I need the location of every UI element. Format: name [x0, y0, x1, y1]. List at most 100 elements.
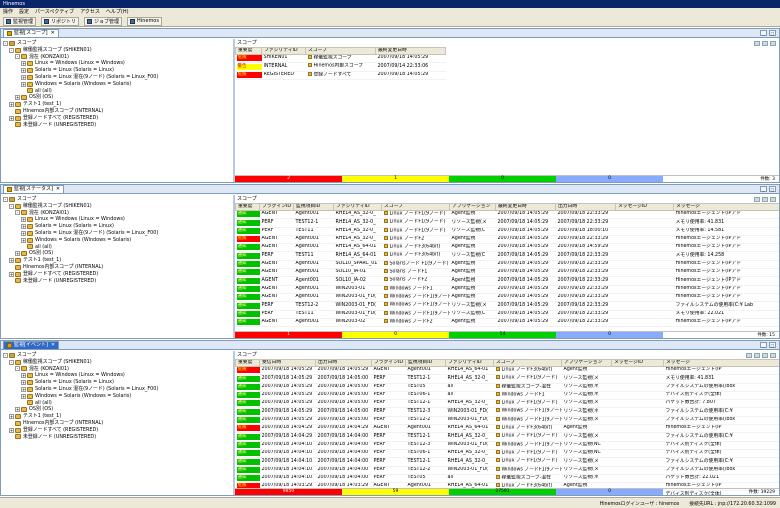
menu-icon[interactable]	[770, 40, 776, 46]
collapse-icon[interactable]: -	[9, 203, 14, 209]
collapse-icon[interactable]: -	[15, 210, 20, 216]
column-header[interactable]: 監視項目ID	[405, 359, 446, 367]
tree-item[interactable]: 未登録ノード (UNREGISTERED)	[3, 434, 233, 441]
tree-item[interactable]: + Solaris = Linux (Solaris = Linux)	[3, 67, 233, 74]
close-icon[interactable]: ✕	[51, 342, 55, 349]
table-row[interactable]: 通知 2007/09/18 14:04:10 2007/09/18 14:04:00…	[235, 449, 779, 459]
filter-icon[interactable]	[762, 352, 768, 358]
menu-item[interactable]: 設定	[19, 8, 29, 16]
collapse-icon[interactable]: -	[15, 366, 20, 372]
expand-icon[interactable]: +	[9, 115, 14, 121]
table-row[interactable]: 通知 2007/09/18 14:05:29 2007/09/18 14:05:00…	[235, 407, 779, 417]
refresh-icon[interactable]	[754, 40, 760, 46]
column-header[interactable]: 出力日時	[555, 203, 616, 211]
tree-item[interactable]: + Solaris = Linux (Solaris = Linux)	[3, 379, 233, 386]
expand-icon[interactable]: +	[15, 251, 20, 257]
menu-item[interactable]: アクセス	[80, 8, 100, 16]
expand-icon[interactable]: +	[9, 258, 14, 264]
refresh-icon[interactable]	[754, 196, 760, 202]
perspective-button[interactable]: 監視管理	[3, 16, 37, 26]
tree-item[interactable]: + Solaris = Linux 混在(9ノード) (Solaris = Lin…	[3, 230, 233, 237]
expand-icon[interactable]: +	[21, 386, 26, 392]
tree-item[interactable]: + Linux = Windows (Linux = Windows)	[3, 60, 233, 67]
table-row[interactable]: 通知 2007/09/18 14:04:10 2007/09/18 14:04:00…	[235, 466, 779, 475]
scope-tree[interactable]: - スコープ - 稼働監視スコープ (SHIKEN01) - 混在 (KONZAI01) +…	[1, 195, 235, 338]
expand-icon[interactable]: +	[21, 61, 26, 67]
tree-item[interactable]: - 混在 (KONZAI01)	[3, 210, 233, 217]
tree-item[interactable]: - 混在 (KONZAI01)	[3, 54, 233, 61]
tree-item[interactable]: + Windows = Solaris (Windows = Solaris)	[3, 81, 233, 88]
column-header[interactable]: メッセージID	[611, 359, 664, 367]
tree-item[interactable]: - 稼働監視スコープ (SHIKEN01)	[3, 47, 233, 54]
tree-item[interactable]: 未登録ノード (UNREGISTERED)	[3, 278, 233, 285]
table-row[interactable]: 通知 AGENT Agent001 RHEL4_AS_64-01 Linux ノードF3…	[235, 243, 779, 253]
expand-icon[interactable]: +	[21, 393, 26, 399]
column-header[interactable]: スコープ	[493, 359, 562, 367]
tree-item[interactable]: - スコープ	[3, 196, 233, 203]
menu-item[interactable]: 操作	[3, 8, 13, 16]
expand-icon[interactable]: +	[21, 373, 26, 379]
close-icon[interactable]: ✕	[51, 30, 55, 37]
collapse-icon[interactable]: -	[3, 40, 8, 46]
scope-tree[interactable]: - スコープ - 稼働監視スコープ (SHIKEN01) - 混在 (KONZAI01) +…	[1, 39, 235, 182]
tree-item[interactable]: - スコープ	[3, 352, 233, 359]
column-header[interactable]: ファシリティID	[261, 47, 306, 55]
table-row[interactable]: 通知 2007/09/18 14:05:29 2007/09/18 14:05:00…	[235, 383, 779, 392]
table-row[interactable]: 通知 PERF TEST11 RHEL4_AS_64-01 Linux ノードF3(64…	[235, 251, 779, 261]
table-row[interactable]: 通知 PERF TEST11 WIN2003-01_FD(Windows ノードF1(…	[235, 310, 779, 319]
tree-item[interactable]: 未登録ノード (UNREGISTERED)	[3, 122, 233, 129]
expand-icon[interactable]: +	[21, 230, 26, 236]
tree-item[interactable]: + Linux = Windows (Linux = Windows)	[3, 216, 233, 223]
tree-item[interactable]: + 登録ノードすべて (REGISTERED)	[3, 427, 233, 434]
tree-item[interactable]: + OS別 (OS)	[3, 250, 233, 257]
menu-icon[interactable]	[770, 352, 776, 358]
expand-icon[interactable]: +	[21, 74, 26, 80]
tree-item[interactable]: + テスト1 (test_1)	[3, 101, 233, 108]
table-row[interactable]: 通知 AGENT Agent001 SOL10_IA-02 Solaris ノードF2 A…	[235, 276, 779, 286]
column-header[interactable]: メッセージ	[673, 203, 779, 211]
column-header[interactable]: ファシリティID	[333, 203, 382, 211]
table-row[interactable]: 通知 AGENT Agent001 WIN2003-02 Windows ノードF2 Ag…	[235, 318, 779, 328]
collapse-icon[interactable]: -	[9, 359, 14, 365]
table-row[interactable]: 通知 2007/09/18 14:04:10 2007/09/18 14:04:00…	[235, 441, 779, 450]
collapse-icon[interactable]: -	[9, 47, 14, 53]
tree-item[interactable]: + Solaris = Linux (Solaris = Linux)	[3, 223, 233, 230]
column-header[interactable]: メッセージ	[663, 359, 779, 367]
table-row[interactable]: 通知 AGENT Agent001 SOL10_IA-01 Solaris ノードF1 A…	[235, 268, 779, 278]
column-header[interactable]: 監視項目ID	[293, 203, 334, 211]
tab-monitor-status[interactable]: 監視[ステータス] ✕	[3, 185, 65, 193]
menu-item[interactable]: パースペクティブ	[35, 8, 74, 16]
table-row[interactable]: 危険 REGISTERED 登録ノードすべて 2007/09/18 14:05:29	[235, 71, 446, 80]
tree-item[interactable]: + テスト1 (test_1)	[3, 257, 233, 264]
tab-monitor-scope[interactable]: 監視[スコープ] ✕	[3, 29, 59, 37]
table-row[interactable]: 通知 AGENT Agent001 SOL10_SPARC_01 Solarisノード …	[235, 260, 779, 270]
tree-item[interactable]: + Solaris = Linux 混在(9ノード) (Solaris = Lin…	[3, 74, 233, 81]
table-row[interactable]: 危険 2007/09/18 14:04:29 2007/09/18 14:04:29…	[235, 424, 779, 434]
table-row[interactable]: 通知 PERF TEST11 RHEL4_AS_32-0_ Linux ノードF1(9ノ…	[235, 227, 779, 236]
table-row[interactable]: 通知 2007/09/18 14:04:29 2007/09/18 14:04:00…	[235, 432, 779, 442]
tree-item[interactable]: Hinemos内部スコープ (INTERNAL)	[3, 264, 233, 271]
minimize-icon[interactable]: _	[760, 342, 767, 348]
tree-item[interactable]: + Windows = Solaris (Windows = Solaris)	[3, 237, 233, 244]
column-header[interactable]: 最終変更日時	[495, 203, 556, 211]
expand-icon[interactable]: +	[9, 427, 14, 433]
maximize-icon[interactable]: □	[769, 186, 776, 192]
expand-icon[interactable]: +	[21, 224, 26, 230]
expand-icon[interactable]: +	[21, 380, 26, 386]
expand-icon[interactable]: +	[21, 81, 26, 87]
tree-item[interactable]: + Linux = Windows (Linux = Windows)	[3, 372, 233, 379]
maximize-icon[interactable]: □	[769, 30, 776, 36]
table-row[interactable]: 通知 2007/09/18 14:05:29 2007/09/18 14:05:00…	[235, 416, 779, 426]
expand-icon[interactable]: +	[9, 271, 14, 277]
table-row[interactable]: 通知 AGENT Agent001 WIN2003-01_FD(Windows ノード…	[235, 293, 779, 303]
expand-icon[interactable]: +	[15, 95, 20, 101]
column-header[interactable]: スコープ	[381, 203, 450, 211]
tree-item[interactable]: + Windows = Solaris (Windows = Solaris)	[3, 393, 233, 400]
collapse-icon[interactable]: -	[3, 352, 8, 358]
refresh-icon[interactable]	[754, 352, 760, 358]
table-row[interactable]: 通知 2007/09/18 14:05:29 2007/09/18 14:05:00…	[235, 399, 779, 409]
menu-icon[interactable]	[770, 196, 776, 202]
table-row[interactable]: 危険 SHIKEN01 稼働監視スコープ 2007/09/18 14:05:29	[235, 54, 446, 64]
table-row[interactable]: 警告 INTERNAL Hinemos内部スコープ 2007/09/14 22:33:…	[235, 62, 446, 72]
collapse-icon[interactable]: -	[15, 54, 20, 60]
